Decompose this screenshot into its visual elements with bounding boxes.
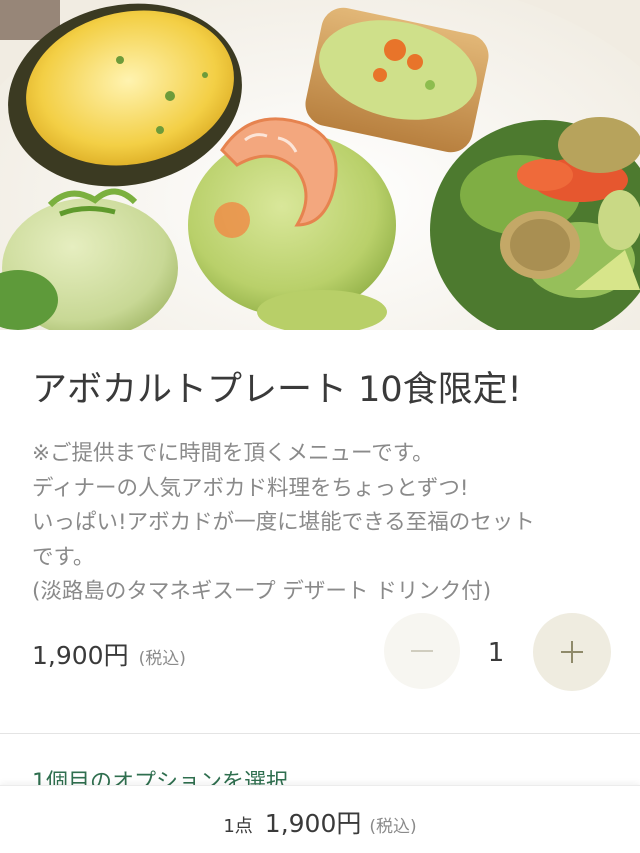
description-line: ディナーの人気アボカド料理をちょっとずつ! <box>32 475 469 501</box>
product-photo <box>0 0 640 330</box>
section-divider <box>0 733 640 734</box>
cart-tax-note: (税込) <box>369 817 417 837</box>
quantity-decrease-button[interactable] <box>384 613 460 689</box>
description-line: (淡路島のタマネギスープ デザート ドリンク付) <box>32 579 492 604</box>
cart-item-count: 1点 <box>223 816 253 837</box>
description-line: ※ご提供までに時間を頂くメニューです。 <box>32 441 434 466</box>
quantity-increase-button[interactable] <box>533 613 611 691</box>
tax-note: (税込) <box>138 649 186 669</box>
cart-total-price: 1,900円 <box>264 809 362 838</box>
product-price: 1,900円 <box>32 641 129 670</box>
product-title: アボカルトプレート 10食限定! <box>32 370 522 410</box>
product-description: ※ご提供までに時間を頂くメニューです。 ディナーの人気アボカド料理をちょっとずつ… <box>32 437 622 610</box>
description-line: いっぱい!アボカドが一度に堪能できる至福のセット <box>32 510 535 535</box>
cart-summary-bar[interactable]: 1点 1,900円 (税込) <box>0 785 640 853</box>
quantity-value: 1 <box>487 638 505 668</box>
cart-summary: 1点 1,900円 (税込) <box>223 804 416 840</box>
product-detail-page: アボカルトプレート 10食限定! ※ご提供までに時間を頂くメニューです。 ディナ… <box>0 0 640 853</box>
minus-icon <box>411 650 433 652</box>
description-line: です。 <box>32 544 95 570</box>
price-row: 1,900円 (税込) <box>32 636 186 676</box>
